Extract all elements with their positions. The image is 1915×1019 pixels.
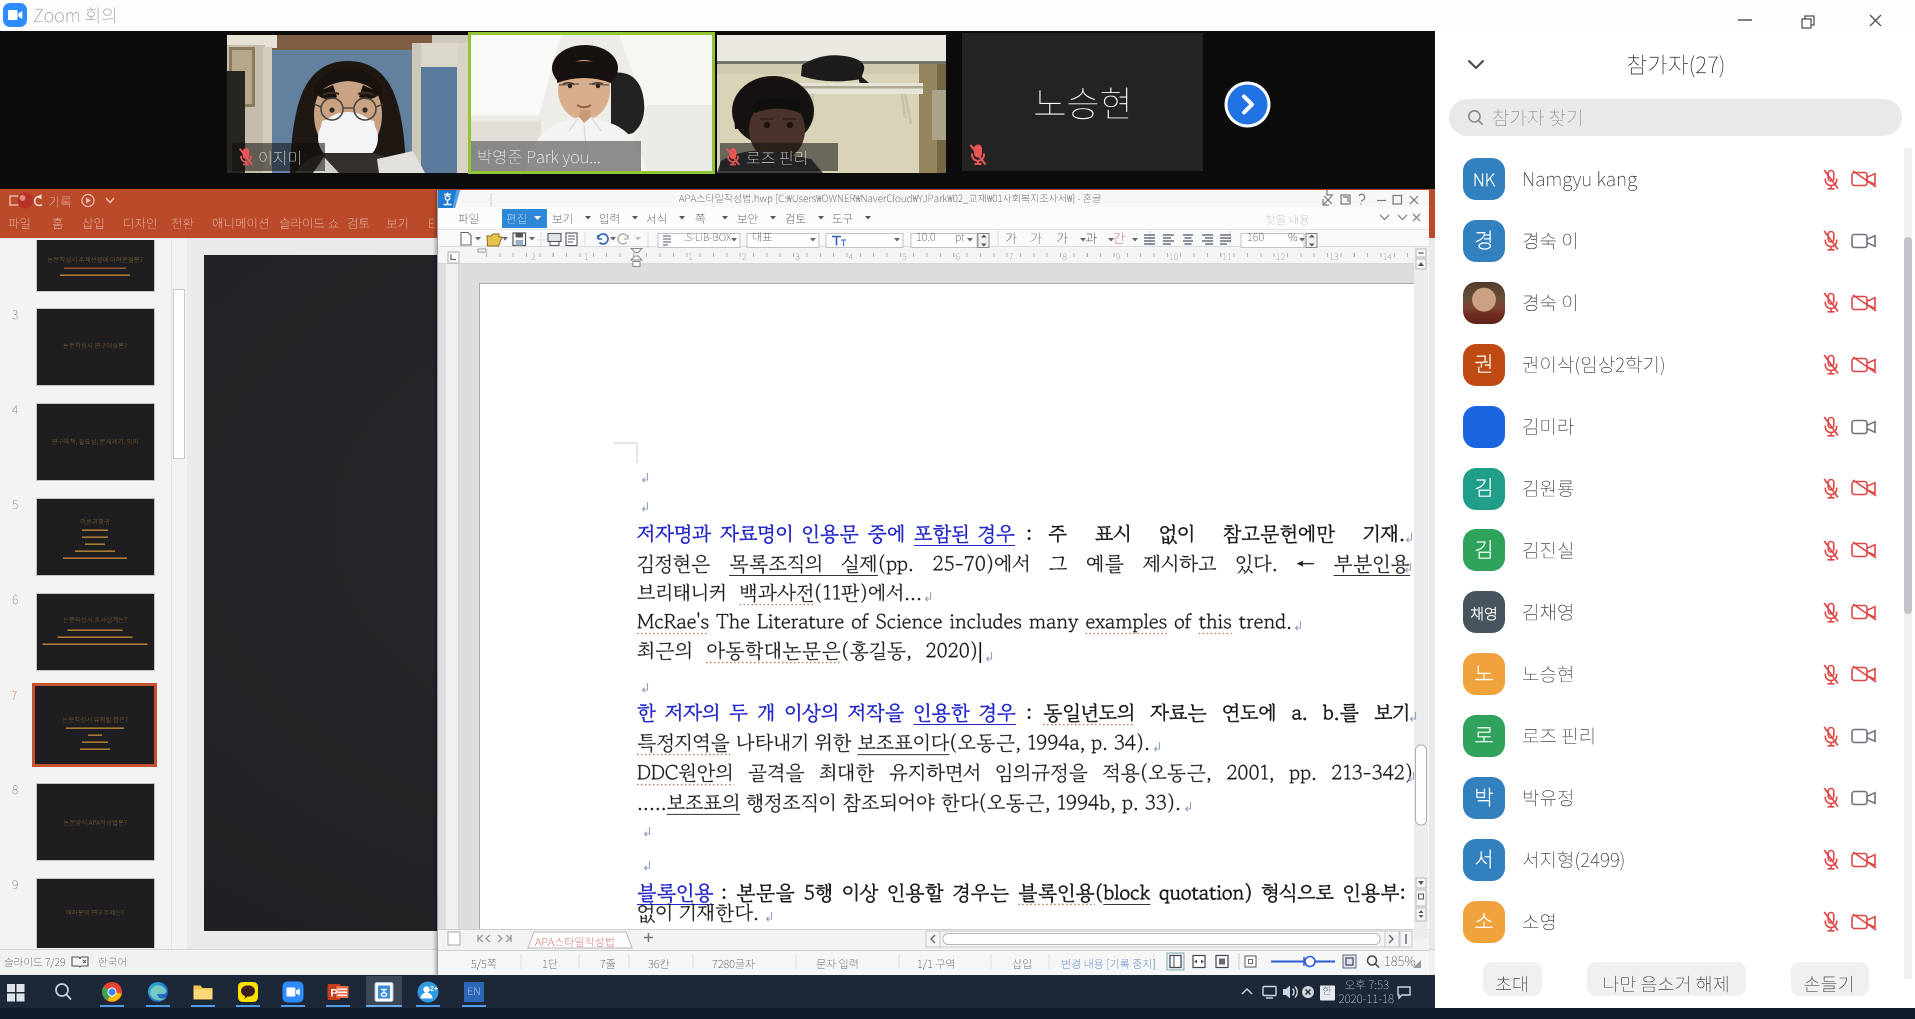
svg-text:2+: 2+ bbox=[430, 986, 438, 993]
svg-text:P: P bbox=[330, 988, 337, 1000]
